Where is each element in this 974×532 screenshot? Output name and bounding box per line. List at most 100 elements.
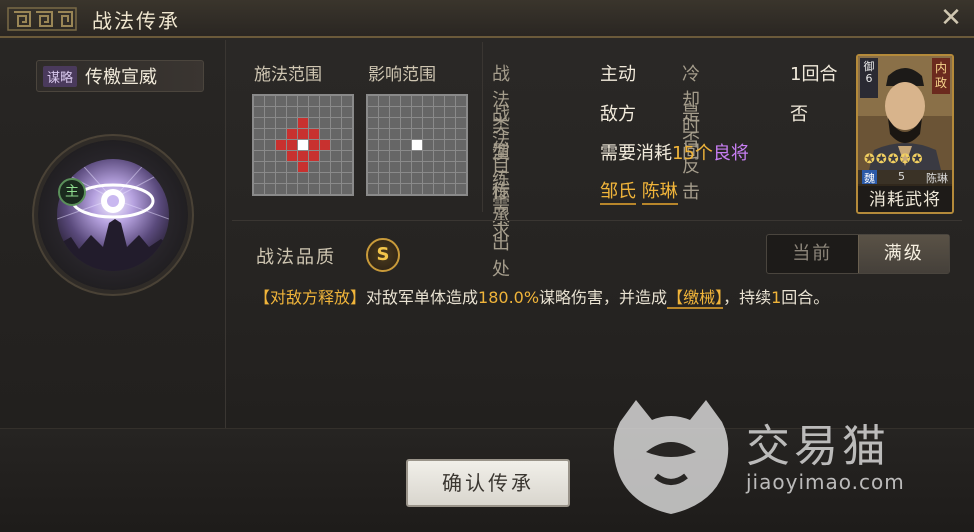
ornament-icon [7,7,77,31]
grid-cell [309,107,319,117]
grid-cell [265,107,275,117]
grid-cell [412,151,422,161]
cat-logo-icon [613,400,729,514]
desc-text-2: 谋略伤害，并造成 [539,288,668,307]
train-item: 良将 [712,143,749,164]
grid-cell [401,129,411,139]
divider [482,42,483,212]
grid-cell [287,107,297,117]
grid-cell [276,118,286,128]
grid-cell [320,184,330,194]
grid-cell [390,129,400,139]
grid-cell [379,173,389,183]
confirm-inherit-button[interactable]: 确认传承 [406,459,570,507]
grid-cell [390,96,400,106]
grid-cell [298,140,308,150]
grid-cell [309,118,319,128]
grid-cell [342,118,352,128]
grid-cell [265,129,275,139]
grid-cell [456,107,466,117]
grid-cell [342,96,352,106]
grid-cell [445,129,455,139]
close-icon[interactable]: ✕ [940,3,962,33]
grid-cell [320,151,330,161]
grid-cell [434,184,444,194]
grid-cell [254,107,264,117]
grid-cell [379,151,389,161]
close-button[interactable]: ✕ [938,5,964,31]
origin-link-1[interactable]: 邹氏 [600,181,636,205]
window-title: 战法传承 [92,9,180,33]
grid-cell [320,140,330,150]
grid-cell [390,107,400,117]
desc-bracket-1: 【对敌方释放】 [254,288,367,307]
grid-cell [254,173,264,183]
grid-cell [423,118,433,128]
card-name: 陈琳 [926,172,948,185]
grid-cell [445,173,455,183]
toggle-current[interactable]: 当前 [767,235,858,273]
grid-cell [320,118,330,128]
origin-link-2[interactable]: 陈琳 [641,181,678,205]
grid-cell [423,162,433,172]
grid-cell [456,140,466,150]
desc-duration: 1 [771,288,782,307]
grid-cell [265,173,275,183]
grid-cell [390,140,400,150]
grid-cell [254,184,264,194]
divider [232,220,962,221]
grid-cell [401,162,411,172]
grid-cell [309,173,319,183]
train-value: 需要消耗15个良将 [600,139,749,165]
grid-cell [434,107,444,117]
grid-cell [287,129,297,139]
grid-cell [287,140,297,150]
grid-cell [276,107,286,117]
grid-cell [287,118,297,128]
quality-badge: S [366,238,400,272]
grid-cell [320,173,330,183]
counter-value: 否 [790,104,808,125]
grid-cell [368,173,378,183]
watermark-cn: 交易猫 [746,421,890,472]
grid-cell [265,140,275,150]
grid-cell [379,96,389,106]
grid-cell [309,151,319,161]
grid-cell [298,173,308,183]
skill-eye-icon [57,159,169,271]
grid-cell [401,140,411,150]
grid-cell [265,96,275,106]
card-footer: 魏 5 陈琳 [858,170,952,185]
grid-cell [412,173,422,183]
grid-cell [265,184,275,194]
effect-range-grid [366,94,468,196]
grid-cell [401,173,411,183]
grid-cell [423,173,433,183]
skill-name-tag: 谋略 传檄宣威 [36,60,204,92]
grid-cell [320,96,330,106]
grid-cell [412,96,422,106]
grid-cell [309,162,319,172]
grid-cell [276,96,286,106]
desc-percent: 180.0% [478,288,540,307]
grid-cell [254,151,264,161]
grid-cell [434,129,444,139]
grid-cell [368,118,378,128]
grid-cell [456,184,466,194]
grid-cell [265,118,275,128]
desc-text-1: 对敌军单体造成 [366,288,479,307]
grid-cell [254,140,264,150]
grid-cell [412,129,422,139]
grid-cell [298,162,308,172]
main-skill-badge: 主 [58,178,86,206]
grid-cell [309,184,319,194]
grid-cell [379,140,389,150]
grid-cell [456,162,466,172]
grid-cell [390,162,400,172]
grid-cell [254,118,264,128]
toggle-max-level[interactable]: 满级 [857,235,949,273]
grid-cell [276,184,286,194]
general-card[interactable]: 御 6 内政 ✪✪✪✪✪ 魏 5 陈琳 消耗武将 [856,54,954,214]
desc-bracket-2[interactable]: 【缴械】 [667,288,724,309]
grid-cell [254,162,264,172]
